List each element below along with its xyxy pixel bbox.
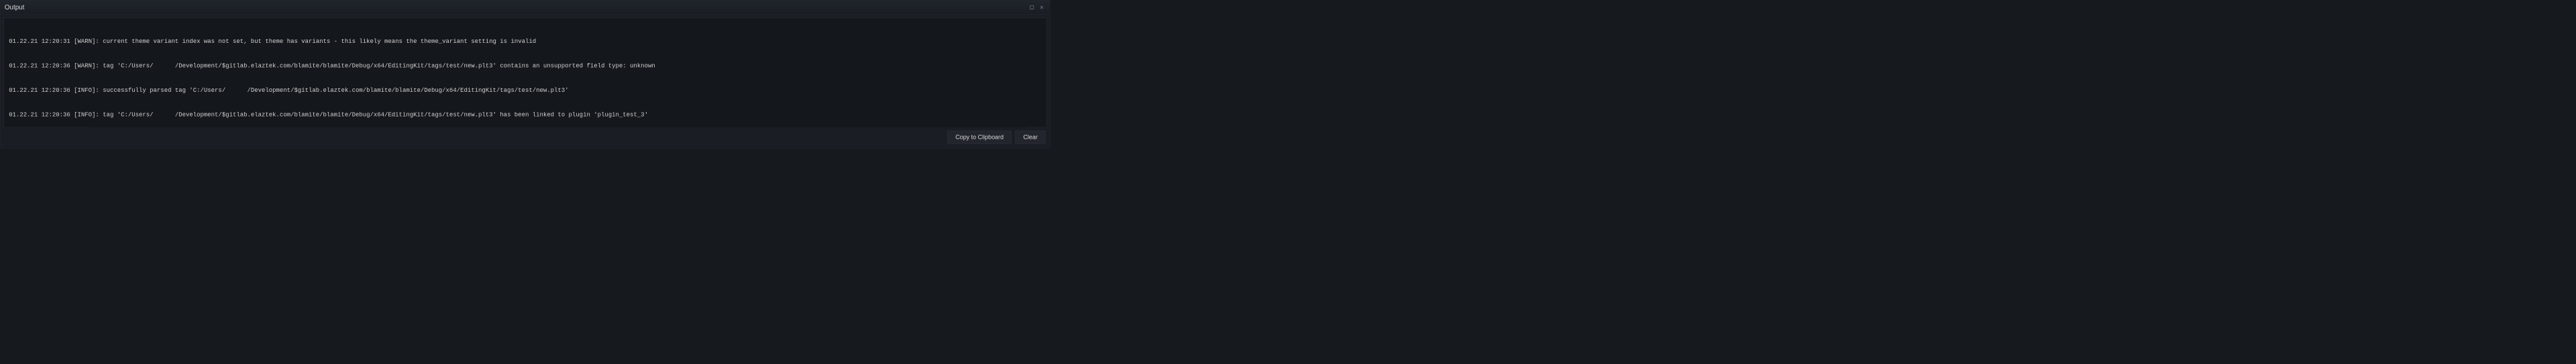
output-log-area[interactable]: 01.22.21 12:20:31 [WARN]: current theme … (3, 18, 1046, 127)
panel-header: Output (0, 0, 1050, 14)
log-line: 01.22.21 12:20:36 [INFO]: successfully p… (9, 86, 1041, 95)
detach-icon[interactable] (1028, 3, 1036, 11)
copy-to-clipboard-button[interactable]: Copy to Clipboard (947, 131, 1011, 144)
output-panel: Output 01.22.21 12:20:31 [WARN]: current… (0, 0, 1051, 148)
panel-title: Output (5, 3, 24, 11)
header-actions (1028, 3, 1046, 11)
panel-footer: Copy to Clipboard Clear (3, 131, 1046, 145)
clear-button[interactable]: Clear (1016, 131, 1046, 144)
log-line: 01.22.21 12:20:36 [INFO]: tag 'C:/Users/… (9, 111, 1041, 119)
close-icon[interactable] (1038, 3, 1045, 11)
panel-body: 01.22.21 12:20:31 [WARN]: current theme … (0, 15, 1050, 148)
log-line: 01.22.21 12:20:31 [WARN]: current theme … (9, 38, 1041, 46)
log-line: 01.22.21 12:20:36 [WARN]: tag 'C:/Users/… (9, 62, 1041, 70)
